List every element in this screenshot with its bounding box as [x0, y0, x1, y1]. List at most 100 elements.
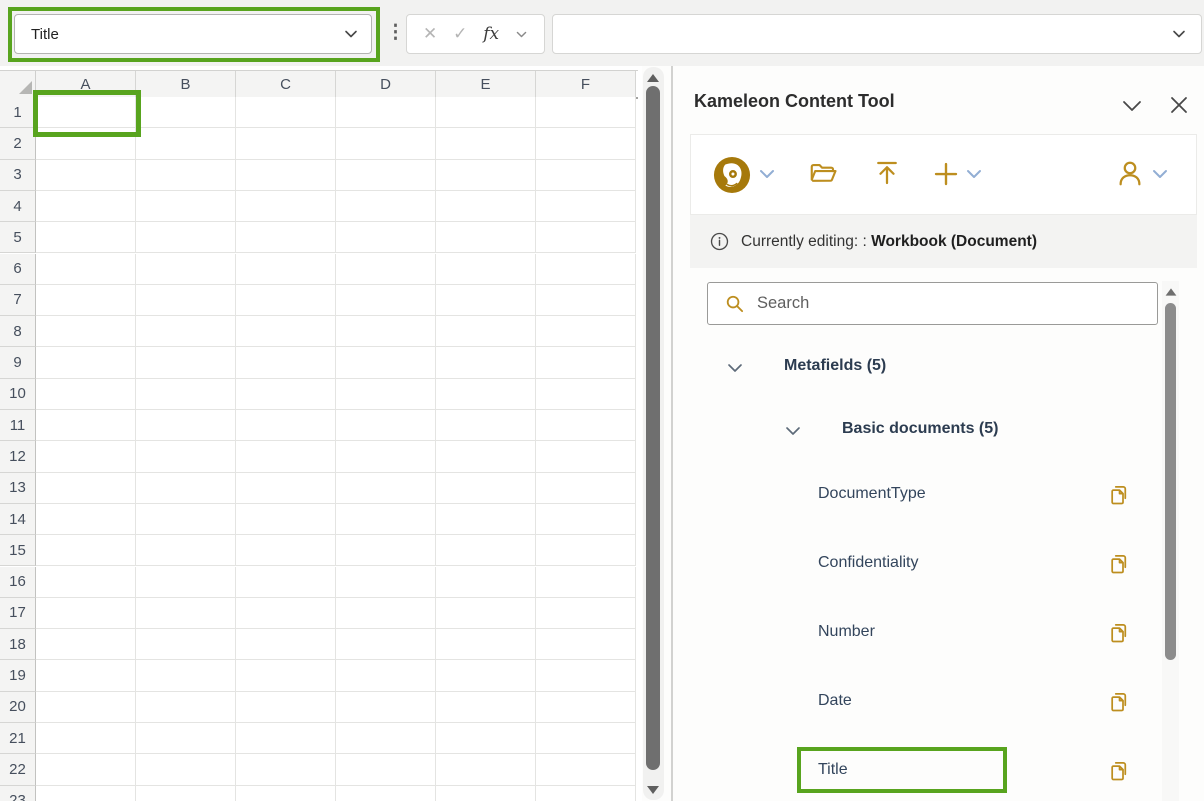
grid-cell-C5[interactable] [236, 222, 336, 253]
grid-cell-F1[interactable] [536, 97, 636, 128]
insert-function-icon[interactable]: fx [483, 24, 499, 44]
grid-cell-C21[interactable] [236, 723, 336, 754]
grid-cell-C4[interactable] [236, 191, 336, 222]
grid-cell-E3[interactable] [436, 160, 536, 191]
grid-cell-D8[interactable] [336, 316, 436, 347]
row-header-7[interactable]: 7 [0, 285, 36, 316]
grid-cell-F12[interactable] [536, 441, 636, 472]
grid-cell-B22[interactable] [136, 754, 236, 785]
pane-close-button[interactable] [1167, 93, 1191, 117]
grid-cell-D22[interactable] [336, 754, 436, 785]
grid-cell-E23[interactable] [436, 786, 536, 801]
chevron-down-icon[interactable] [964, 165, 984, 183]
grid-cell-B18[interactable] [136, 629, 236, 660]
grid-cell-A16[interactable] [36, 567, 136, 598]
grid-cell-A1[interactable] [36, 97, 136, 128]
grid-cell-C10[interactable] [236, 379, 336, 410]
grid-cell-E20[interactable] [436, 692, 536, 723]
scrollbar-thumb[interactable] [646, 86, 660, 770]
copy-icon[interactable] [1106, 620, 1132, 646]
copy-icon[interactable] [1106, 758, 1132, 784]
grid-cell-B4[interactable] [136, 191, 236, 222]
grid-cell-F23[interactable] [536, 786, 636, 801]
grid-cell-B17[interactable] [136, 598, 236, 629]
grid-cell-A21[interactable] [36, 723, 136, 754]
add-icon[interactable] [931, 159, 961, 189]
grid-cell-E9[interactable] [436, 347, 536, 378]
grid-cell-D16[interactable] [336, 567, 436, 598]
grid-cell-E16[interactable] [436, 567, 536, 598]
search-input[interactable] [757, 294, 1157, 313]
column-header-C[interactable]: C [236, 71, 336, 97]
grid-cell-F11[interactable] [536, 410, 636, 441]
grid-cell-C6[interactable] [236, 254, 336, 285]
grid-cell-F4[interactable] [536, 191, 636, 222]
grid-cell-B19[interactable] [136, 660, 236, 691]
grid-cell-B10[interactable] [136, 379, 236, 410]
tree-item-confidentiality[interactable]: Confidentiality [690, 550, 1197, 580]
grid-cell-C2[interactable] [236, 128, 336, 159]
tree-item-documenttype[interactable]: DocumentType [690, 481, 1197, 511]
row-header-13[interactable]: 13 [0, 473, 36, 504]
grid-cell-B12[interactable] [136, 441, 236, 472]
cancel-entry-icon[interactable]: ✕ [423, 24, 437, 44]
row-header-5[interactable]: 5 [0, 222, 36, 253]
grid-cell-A22[interactable] [36, 754, 136, 785]
grid-cell-A8[interactable] [36, 316, 136, 347]
grid-cell-C7[interactable] [236, 285, 336, 316]
grid-cell-D21[interactable] [336, 723, 436, 754]
grid-cell-D5[interactable] [336, 222, 436, 253]
grid-cell-E7[interactable] [436, 285, 536, 316]
grid-cell-B9[interactable] [136, 347, 236, 378]
grid-cell-F3[interactable] [536, 160, 636, 191]
grid-cell-B23[interactable] [136, 786, 236, 801]
row-header-3[interactable]: 3 [0, 160, 36, 191]
grid-cell-A13[interactable] [36, 473, 136, 504]
pane-vertical-scrollbar[interactable] [1162, 281, 1179, 801]
row-header-6[interactable]: 6 [0, 254, 36, 285]
grid-cell-C16[interactable] [236, 567, 336, 598]
grid-cell-E15[interactable] [436, 535, 536, 566]
grid-cell-A12[interactable] [36, 441, 136, 472]
row-header-20[interactable]: 20 [0, 692, 36, 723]
grid-cell-F22[interactable] [536, 754, 636, 785]
grid-cell-B6[interactable] [136, 254, 236, 285]
open-folder-icon[interactable] [808, 159, 838, 189]
chevron-down-icon[interactable] [757, 165, 777, 183]
grid-cell-E4[interactable] [436, 191, 536, 222]
row-header-17[interactable]: 17 [0, 598, 36, 629]
row-header-11[interactable]: 11 [0, 410, 36, 441]
grid-cell-D23[interactable] [336, 786, 436, 801]
grid-cell-F9[interactable] [536, 347, 636, 378]
tree-item-date[interactable]: Date [690, 688, 1197, 718]
grid-cell-F2[interactable] [536, 128, 636, 159]
row-header-2[interactable]: 2 [0, 128, 36, 159]
grid-cell-C22[interactable] [236, 754, 336, 785]
person-icon[interactable] [1115, 158, 1145, 188]
row-header-19[interactable]: 19 [0, 660, 36, 691]
name-box[interactable] [14, 14, 372, 54]
row-header-12[interactable]: 12 [0, 441, 36, 472]
grid-cell-A4[interactable] [36, 191, 136, 222]
tree-group-basic-documents[interactable]: Basic documents (5) [690, 416, 1197, 446]
grid-cell-E22[interactable] [436, 754, 536, 785]
grid-cell-B16[interactable] [136, 567, 236, 598]
name-box-input[interactable] [15, 26, 343, 43]
grid-cell-C3[interactable] [236, 160, 336, 191]
row-header-18[interactable]: 18 [0, 629, 36, 660]
grid-cell-E10[interactable] [436, 379, 536, 410]
grid-cell-F14[interactable] [536, 504, 636, 535]
scrollbar-thumb[interactable] [1165, 303, 1176, 660]
grid-cell-C15[interactable] [236, 535, 336, 566]
grid-cell-D12[interactable] [336, 441, 436, 472]
grid-cell-A20[interactable] [36, 692, 136, 723]
grid-cell-C20[interactable] [236, 692, 336, 723]
grid-cell-D7[interactable] [336, 285, 436, 316]
grid-cell-F5[interactable] [536, 222, 636, 253]
grid-cell-D6[interactable] [336, 254, 436, 285]
row-header-4[interactable]: 4 [0, 191, 36, 222]
row-header-8[interactable]: 8 [0, 316, 36, 347]
grid-cell-C12[interactable] [236, 441, 336, 472]
grid-cell-A9[interactable] [36, 347, 136, 378]
tree-item-number[interactable]: Number [690, 619, 1197, 649]
